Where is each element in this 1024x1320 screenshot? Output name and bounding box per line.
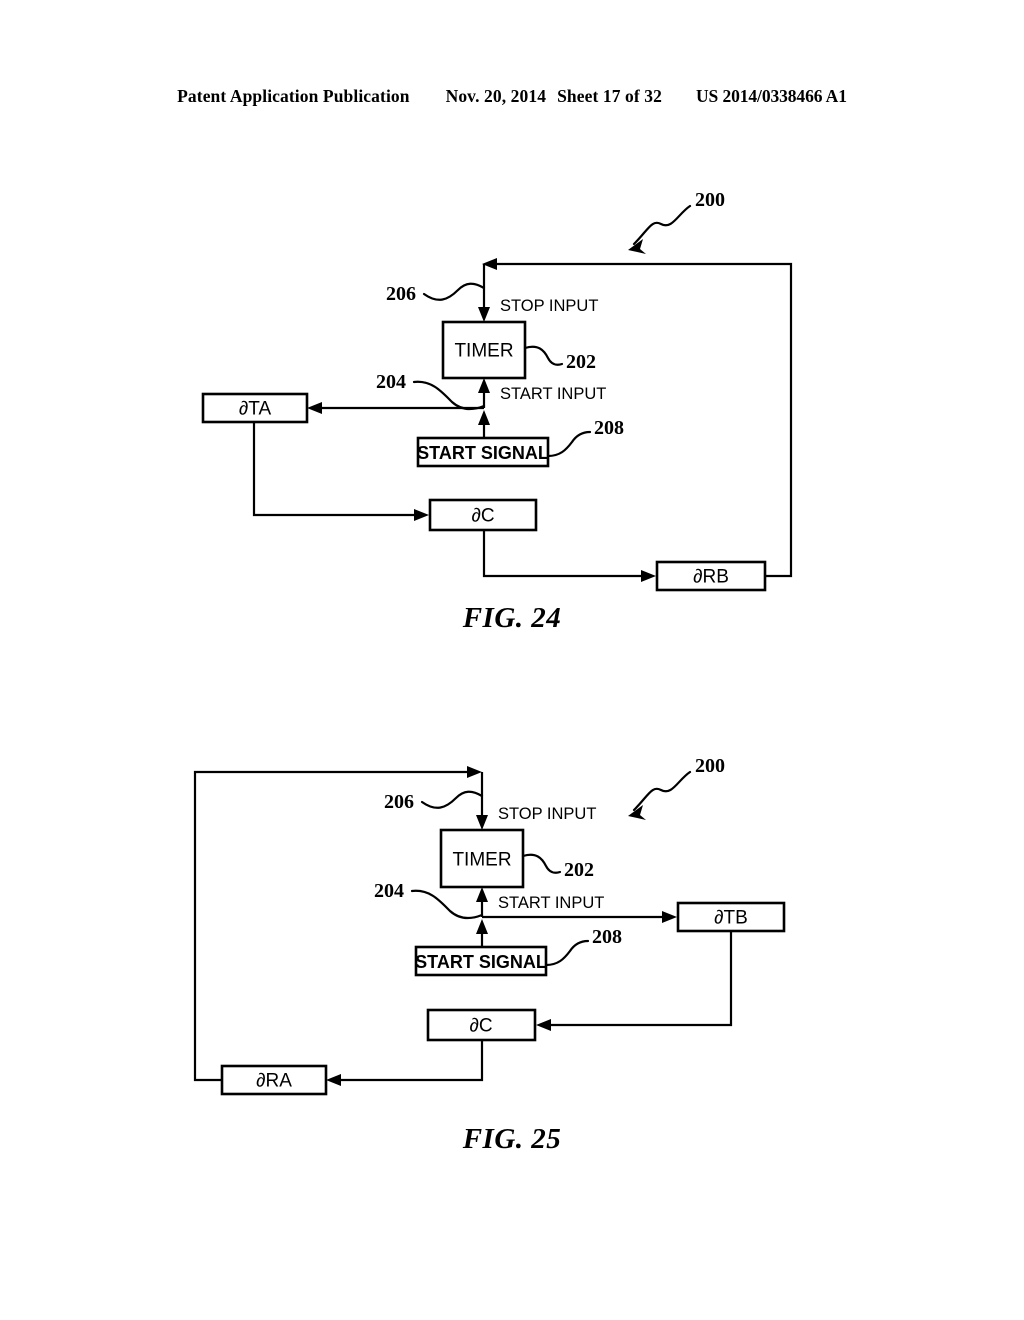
delta-c-label: ∂C	[471, 506, 494, 527]
delta-ta-to-delta-c-wire	[252, 422, 429, 521]
ref-206: 206	[384, 791, 414, 813]
sheet-number: Sheet 17 of 32	[557, 86, 663, 106]
publication-date: Nov. 20, 2014	[445, 86, 547, 106]
ref-leader-202	[523, 345, 564, 366]
delta-tb-to-delta-c-wire	[536, 931, 733, 1031]
ref-206: 206	[386, 283, 416, 305]
page-header: Patent Application Publication Nov. 20, …	[0, 86, 1024, 107]
start-signal-label: START SIGNAL	[417, 443, 549, 463]
figure-25-caption: FIG. 25	[462, 1123, 562, 1155]
start-input-wire	[478, 378, 490, 408]
system-ref-leader-200	[628, 204, 692, 254]
ref-202: 202	[566, 351, 596, 373]
ref-204: 204	[376, 371, 406, 393]
ref-leader-204	[412, 380, 486, 410]
ref-208: 208	[592, 926, 622, 948]
system-ref-200: 200	[695, 755, 725, 777]
figure-24: 200 206 STOP INPUT TIMER 202 START INPUT	[0, 170, 1024, 660]
delta-c-to-delta-rb-wire	[482, 530, 656, 582]
patent-number: US 2014/0338466 A1	[696, 86, 847, 106]
start-signal-label: START SIGNAL	[415, 952, 547, 972]
start-input-label: START INPUT	[500, 385, 606, 403]
publication-title: Patent Application Publication	[177, 86, 410, 106]
timer-to-delta-ta-wire	[307, 402, 484, 414]
ref-leader-206	[422, 282, 486, 301]
ref-leader-206	[420, 790, 484, 809]
start-input-label: START INPUT	[498, 894, 604, 912]
timer-label: TIMER	[452, 850, 511, 871]
stop-input-label: STOP INPUT	[498, 805, 596, 823]
timer-to-delta-tb-wire	[482, 911, 677, 923]
delta-rb-label: ∂RB	[693, 567, 729, 588]
ref-leader-208	[546, 430, 592, 458]
ref-202: 202	[564, 859, 594, 881]
ref-leader-202	[521, 853, 562, 874]
delta-ra-label: ∂RA	[256, 1071, 292, 1092]
start-input-wire	[476, 887, 488, 917]
delta-ta-label: ∂TA	[239, 399, 272, 420]
start-signal-wire	[476, 919, 488, 947]
stop-input-label: STOP INPUT	[500, 297, 598, 315]
delta-tb-label: ∂TB	[714, 908, 748, 929]
delta-c-label: ∂C	[469, 1016, 492, 1037]
system-ref-200: 200	[695, 189, 725, 211]
ref-204: 204	[374, 880, 404, 902]
figure-24-caption: FIG. 24	[462, 602, 562, 634]
timer-label: TIMER	[454, 341, 513, 362]
ref-leader-208	[544, 939, 590, 967]
ref-leader-204	[410, 889, 484, 919]
ref-208: 208	[594, 417, 624, 439]
start-signal-wire	[478, 410, 490, 438]
system-ref-leader-200	[628, 770, 692, 820]
delta-c-to-delta-ra-wire	[326, 1040, 484, 1086]
